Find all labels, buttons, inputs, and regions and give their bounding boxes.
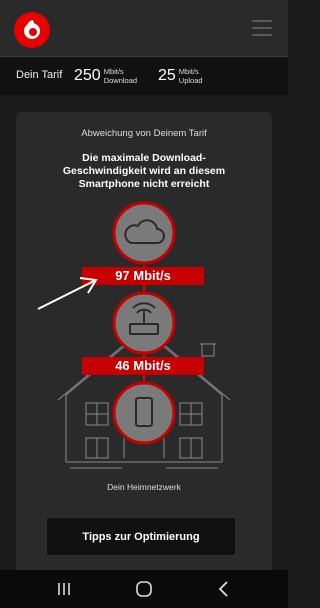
- recent-apps-icon[interactable]: [54, 579, 74, 599]
- pointer-arrow-annotation: [37, 277, 98, 310]
- router-node: [112, 291, 176, 355]
- tariff-bar: Dein Tarif 250 Mbit/s Download 25 Mbit/s…: [0, 57, 288, 95]
- card-message: Die maximale Download-Geschwindigkeit wi…: [62, 152, 226, 190]
- download-unit: Mbit/s: [103, 67, 124, 76]
- optimization-tips-button[interactable]: Tipps zur Optimierung: [46, 517, 236, 556]
- upload-unit: Mbit/s: [178, 67, 199, 76]
- upload-speed: 25 Mbit/s Upload: [158, 67, 203, 85]
- download-value: 250: [74, 67, 101, 84]
- upload-value: 25: [158, 67, 176, 84]
- tariff-label: Dein Tarif: [16, 69, 63, 81]
- vodafone-logo-icon[interactable]: [14, 12, 50, 48]
- card-subtitle: Abweichung von Deinem Tarif: [81, 128, 207, 139]
- system-navbar: [0, 570, 288, 608]
- home-network-diagram: [57, 201, 231, 469]
- download-speed: 250 Mbit/s Download: [74, 67, 137, 85]
- wifi-speed-badge: 46 Mbit/s: [82, 357, 204, 375]
- smartphone-node: [112, 381, 176, 445]
- download-direction: Download: [103, 76, 138, 85]
- app-header: [0, 0, 288, 57]
- back-icon[interactable]: [214, 579, 234, 599]
- internet-cloud-node: [112, 201, 176, 265]
- upload-direction: Upload: [178, 76, 203, 85]
- home-icon[interactable]: [134, 579, 154, 599]
- home-network-label: Dein Heimnetzwerk: [107, 482, 181, 492]
- hamburger-menu-icon[interactable]: [252, 20, 272, 36]
